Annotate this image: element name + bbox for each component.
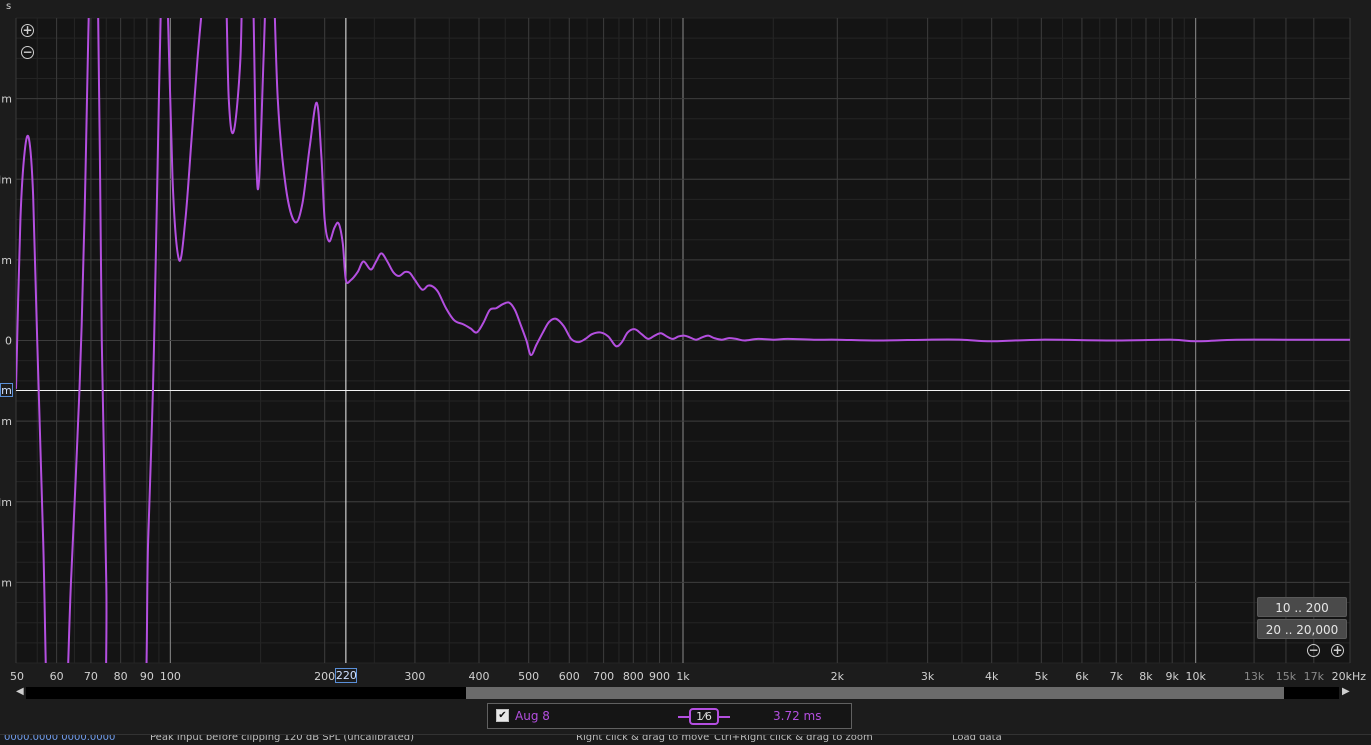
x-tick-label: 8k bbox=[1139, 670, 1153, 683]
zoom-in-icon[interactable]: + bbox=[21, 24, 34, 37]
horizontal-scrollbar[interactable] bbox=[26, 687, 1339, 699]
y-tick-label: m bbox=[1, 93, 12, 106]
x-tick-label: 90 bbox=[140, 670, 154, 683]
x-tick-label: 17k bbox=[1304, 670, 1325, 683]
status-hint-move: Right click & drag to move bbox=[576, 734, 710, 743]
series-visibility-checkbox[interactable]: ✔ bbox=[496, 709, 509, 722]
zoom-out-icon[interactable]: − bbox=[21, 46, 34, 59]
x-tick-label: 400 bbox=[468, 670, 489, 683]
x-tick-label: 4k bbox=[985, 670, 999, 683]
x-tick-label: 5k bbox=[1035, 670, 1049, 683]
cursor-frequency-readout: 220 bbox=[334, 668, 357, 683]
x-tick-label: 60 bbox=[50, 670, 64, 683]
scroll-left-arrow-icon[interactable]: ◀ bbox=[16, 686, 24, 697]
zoom-in-icon[interactable]: + bbox=[1331, 644, 1344, 657]
x-tick-label: 7k bbox=[1110, 670, 1124, 683]
status-hint-load: Load data bbox=[952, 734, 1002, 743]
smoothing-badge[interactable]: 1⁄6 bbox=[689, 708, 719, 725]
x-tick-label: 300 bbox=[404, 670, 425, 683]
x-tick-label: 200 bbox=[314, 670, 335, 683]
x-tick-label: 700 bbox=[593, 670, 614, 683]
x-tick-label: 3k bbox=[921, 670, 935, 683]
zoom-out-icon[interactable]: − bbox=[1307, 644, 1320, 657]
range-20-20000-button[interactable]: 20 .. 20,000 bbox=[1257, 619, 1347, 639]
x-tick-label: 10k bbox=[1185, 670, 1206, 683]
x-tick-label: 2k bbox=[831, 670, 845, 683]
x-tick-label: 20kHz bbox=[1332, 670, 1367, 683]
x-tick-label: 70 bbox=[84, 670, 98, 683]
range-10-200-button[interactable]: 10 .. 200 bbox=[1257, 597, 1347, 617]
y-tick-label: 0 bbox=[5, 335, 12, 348]
scrollbar-thumb[interactable] bbox=[466, 687, 1284, 699]
legend-panel: ✔ Aug 8 1⁄6 3.72 ms bbox=[487, 703, 852, 729]
x-tick-label: 50 bbox=[10, 670, 24, 683]
x-tick-label: 800 bbox=[623, 670, 644, 683]
x-tick-label: 100 bbox=[160, 670, 181, 683]
y-tick-label: Im bbox=[0, 173, 12, 186]
y-tick-label: m bbox=[1, 415, 12, 428]
x-tick-label: 600 bbox=[559, 670, 580, 683]
x-tick-label: 6k bbox=[1075, 670, 1089, 683]
cursor-value-readout: m bbox=[0, 383, 13, 398]
frequency-response-chart[interactable]: m Im m 0 m Im m 50 60 70 80 90 100 200 300 400 500 600 70… bbox=[0, 0, 1371, 686]
x-tick-label: 13k bbox=[1244, 670, 1265, 683]
status-bar: 0000.0000 0000.0000 Peak input before cl… bbox=[0, 734, 1371, 745]
x-tick-label: 9k bbox=[1166, 670, 1180, 683]
time-offset-value: 3.72 ms bbox=[773, 709, 822, 723]
y-tick-label: Im bbox=[0, 496, 12, 509]
scroll-right-arrow-icon[interactable]: ▶ bbox=[1342, 686, 1350, 697]
series-name[interactable]: Aug 8 bbox=[515, 709, 550, 723]
y-tick-label: m bbox=[1, 576, 12, 589]
status-hint-zoom: Ctrl+Right click & drag to zoom bbox=[714, 734, 873, 743]
status-left-value: 0000.0000 0000.0000 bbox=[4, 734, 116, 743]
x-tick-label: 15k bbox=[1276, 670, 1297, 683]
x-tick-label: 1k bbox=[676, 670, 690, 683]
status-message: Peak input before clipping 120 dB SPL (u… bbox=[150, 734, 415, 743]
x-tick-label: 900 bbox=[649, 670, 670, 683]
x-tick-label: 80 bbox=[114, 670, 128, 683]
y-tick-label: m bbox=[1, 254, 12, 267]
x-tick-label: 500 bbox=[518, 670, 539, 683]
